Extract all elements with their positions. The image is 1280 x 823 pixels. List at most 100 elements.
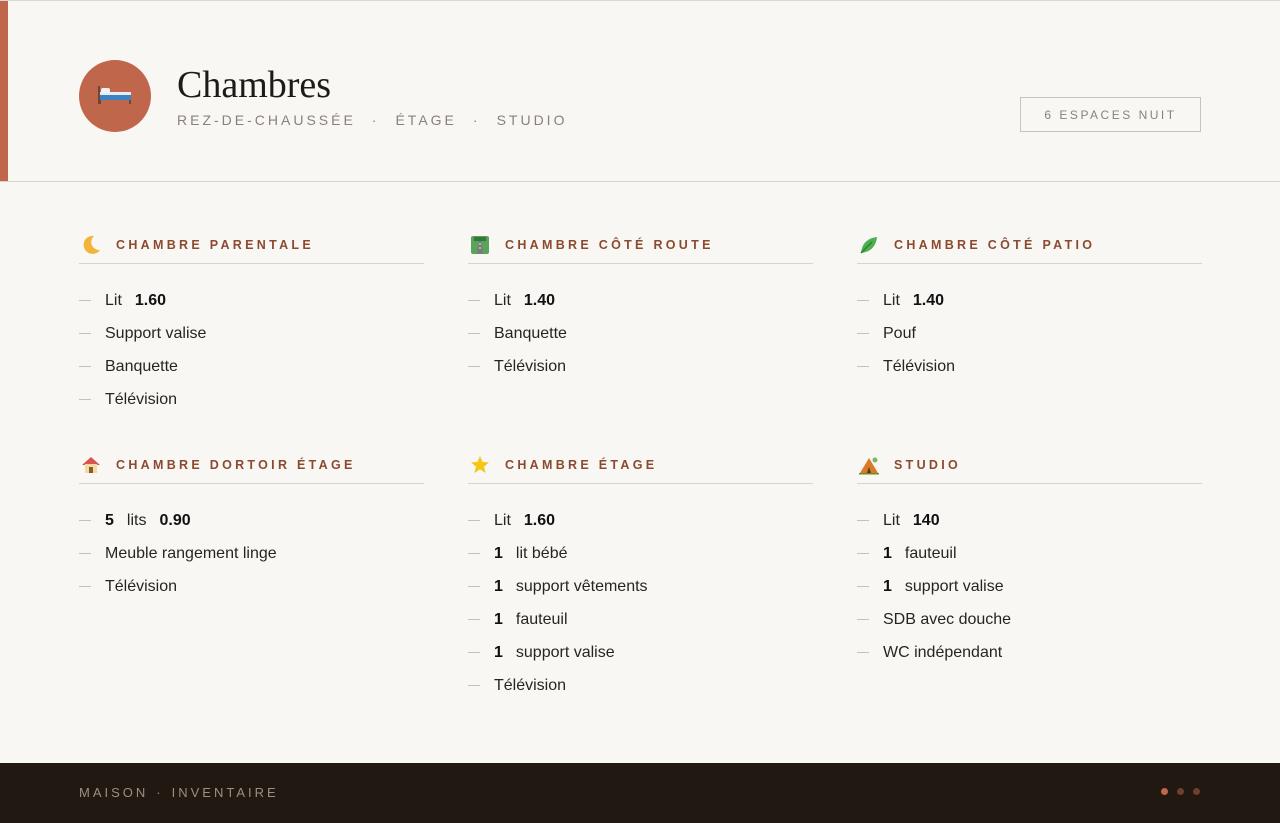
dash-marker bbox=[468, 586, 480, 587]
room-header: CHAMBRE CÔTÉ PATIO bbox=[857, 226, 1202, 264]
room-items-list: Lit 1.40 Banquette Télévision bbox=[468, 284, 813, 383]
bed-icon bbox=[97, 82, 133, 111]
list-item: Banquette bbox=[79, 350, 424, 383]
dot-indicator bbox=[1177, 788, 1184, 795]
subtitle-part: STUDIO bbox=[496, 112, 568, 128]
dash-marker bbox=[468, 520, 480, 521]
item-label: Lit bbox=[494, 291, 511, 309]
dot-indicator bbox=[1161, 788, 1168, 795]
room-header: CHAMBRE PARENTALE bbox=[79, 226, 424, 264]
list-item: Pouf bbox=[857, 317, 1202, 350]
item-size: 0.90 bbox=[159, 511, 191, 529]
moon-icon bbox=[79, 233, 103, 257]
item-label: fauteuil bbox=[515, 610, 568, 628]
item-label: support vêtements bbox=[515, 577, 648, 595]
dash-marker bbox=[857, 652, 869, 653]
page-title: Chambres bbox=[177, 64, 332, 106]
list-item: WC indépendant bbox=[857, 636, 1202, 669]
item-quantity: 1 bbox=[494, 643, 503, 661]
item-label: Lit bbox=[883, 291, 900, 309]
item-label: Banquette bbox=[494, 324, 567, 342]
item-quantity: 1 bbox=[494, 577, 503, 595]
room-card: CHAMBRE DORTOIR ÉTAGE 5 lits 0.90 Meuble ran… bbox=[79, 446, 424, 603]
list-item: Banquette bbox=[468, 317, 813, 350]
item-label: Meuble rangement linge bbox=[105, 544, 277, 562]
item-label: Lit bbox=[494, 511, 511, 529]
footer-separator: · bbox=[156, 785, 164, 800]
dash-marker bbox=[79, 586, 91, 587]
list-item: Lit 1.60 bbox=[79, 284, 424, 317]
room-title: CHAMBRE CÔTÉ ROUTE bbox=[505, 237, 714, 252]
list-item: Télévision bbox=[857, 350, 1202, 383]
room-card: CHAMBRE CÔTÉ PATIO Lit 1.40 Pouf Télévision bbox=[857, 226, 1202, 383]
item-label: Télévision bbox=[105, 390, 178, 408]
room-items-list: Lit 1.60 Support valise Banquette Télévision bbox=[79, 284, 424, 416]
item-label: lits bbox=[126, 511, 147, 529]
dash-marker bbox=[468, 619, 480, 620]
dash-marker bbox=[468, 333, 480, 334]
list-item: 1 fauteuil bbox=[468, 603, 813, 636]
dash-marker bbox=[857, 553, 869, 554]
house-icon bbox=[79, 453, 103, 477]
item-size: 1.60 bbox=[134, 291, 167, 309]
dash-marker bbox=[857, 520, 869, 521]
subtitle-separator: · bbox=[472, 112, 481, 128]
item-label: Support valise bbox=[105, 324, 207, 342]
room-items-list: Lit 1.40 Pouf Télévision bbox=[857, 284, 1202, 383]
list-item: 1 support vêtements bbox=[468, 570, 813, 603]
dot-indicator bbox=[1193, 788, 1200, 795]
page-footer: MAISON · INVENTAIRE bbox=[0, 763, 1280, 823]
item-label: SDB avec douche bbox=[883, 610, 1012, 628]
room-card: CHAMBRE ÉTAGE Lit 1.60 1 lit bébé 1 support vê… bbox=[468, 446, 813, 702]
dash-marker bbox=[857, 333, 869, 334]
item-label: fauteuil bbox=[904, 544, 957, 562]
item-size: 1.60 bbox=[523, 511, 556, 529]
room-title: CHAMBRE DORTOIR ÉTAGE bbox=[116, 457, 356, 472]
list-item: Lit 1.40 bbox=[468, 284, 813, 317]
item-label: Télévision bbox=[494, 676, 567, 694]
room-card: CHAMBRE PARENTALE Lit 1.60 Support valise Ba… bbox=[79, 226, 424, 416]
dash-marker bbox=[79, 553, 91, 554]
item-quantity: 1 bbox=[883, 544, 892, 562]
room-title: CHAMBRE CÔTÉ PATIO bbox=[894, 237, 1096, 252]
item-label: support valise bbox=[515, 643, 615, 661]
item-size: 1.40 bbox=[523, 291, 556, 309]
subtitle-part: REZ-DE-CHAUSSÉE bbox=[177, 112, 356, 128]
room-title: CHAMBRE PARENTALE bbox=[116, 237, 314, 252]
item-label: Banquette bbox=[105, 357, 178, 375]
footer-label: MAISON · INVENTAIRE bbox=[79, 785, 279, 800]
list-item: Lit 1.60 bbox=[468, 504, 813, 537]
footer-label-part: INVENTAIRE bbox=[171, 785, 279, 800]
accent-bar bbox=[0, 1, 8, 181]
list-item: 5 lits 0.90 bbox=[79, 504, 424, 537]
list-item: Télévision bbox=[468, 669, 813, 702]
spaces-count-badge: 6 ESPACES NUIT bbox=[1020, 97, 1201, 132]
room-items-list: 5 lits 0.90 Meuble rangement linge Télévisio… bbox=[79, 504, 424, 603]
room-header: CHAMBRE CÔTÉ ROUTE bbox=[468, 226, 813, 264]
dash-marker bbox=[79, 366, 91, 367]
list-item: 1 lit bébé bbox=[468, 537, 813, 570]
header-badge bbox=[79, 60, 151, 132]
leaf-icon bbox=[857, 233, 881, 257]
list-item: 1 support valise bbox=[857, 570, 1202, 603]
dash-marker bbox=[79, 333, 91, 334]
room-header: CHAMBRE DORTOIR ÉTAGE bbox=[79, 446, 424, 484]
dash-marker bbox=[857, 300, 869, 301]
item-label: support valise bbox=[904, 577, 1004, 595]
page-subtitle: REZ-DE-CHAUSSÉE · ÉTAGE · STUDIO bbox=[177, 112, 567, 128]
room-items-list: Lit 140 1 fauteuil 1 support valise SDB avec d… bbox=[857, 504, 1202, 669]
room-card: STUDIO Lit 140 1 fauteuil 1 support valise SDB … bbox=[857, 446, 1202, 669]
list-item: Lit 140 bbox=[857, 504, 1202, 537]
road-icon bbox=[468, 233, 492, 257]
list-item: Support valise bbox=[79, 317, 424, 350]
item-quantity: 1 bbox=[494, 610, 503, 628]
item-quantity: 1 bbox=[883, 577, 892, 595]
list-item: 1 fauteuil bbox=[857, 537, 1202, 570]
pagination-dots bbox=[1161, 788, 1200, 795]
item-quantity: 1 bbox=[494, 544, 503, 562]
room-card: CHAMBRE CÔTÉ ROUTE Lit 1.40 Banquette Télévi… bbox=[468, 226, 813, 383]
dash-marker bbox=[79, 399, 91, 400]
item-label: Lit bbox=[883, 511, 900, 529]
room-items-list: Lit 1.60 1 lit bébé 1 support vêtements 1 faute… bbox=[468, 504, 813, 702]
item-label: WC indépendant bbox=[883, 643, 1003, 661]
